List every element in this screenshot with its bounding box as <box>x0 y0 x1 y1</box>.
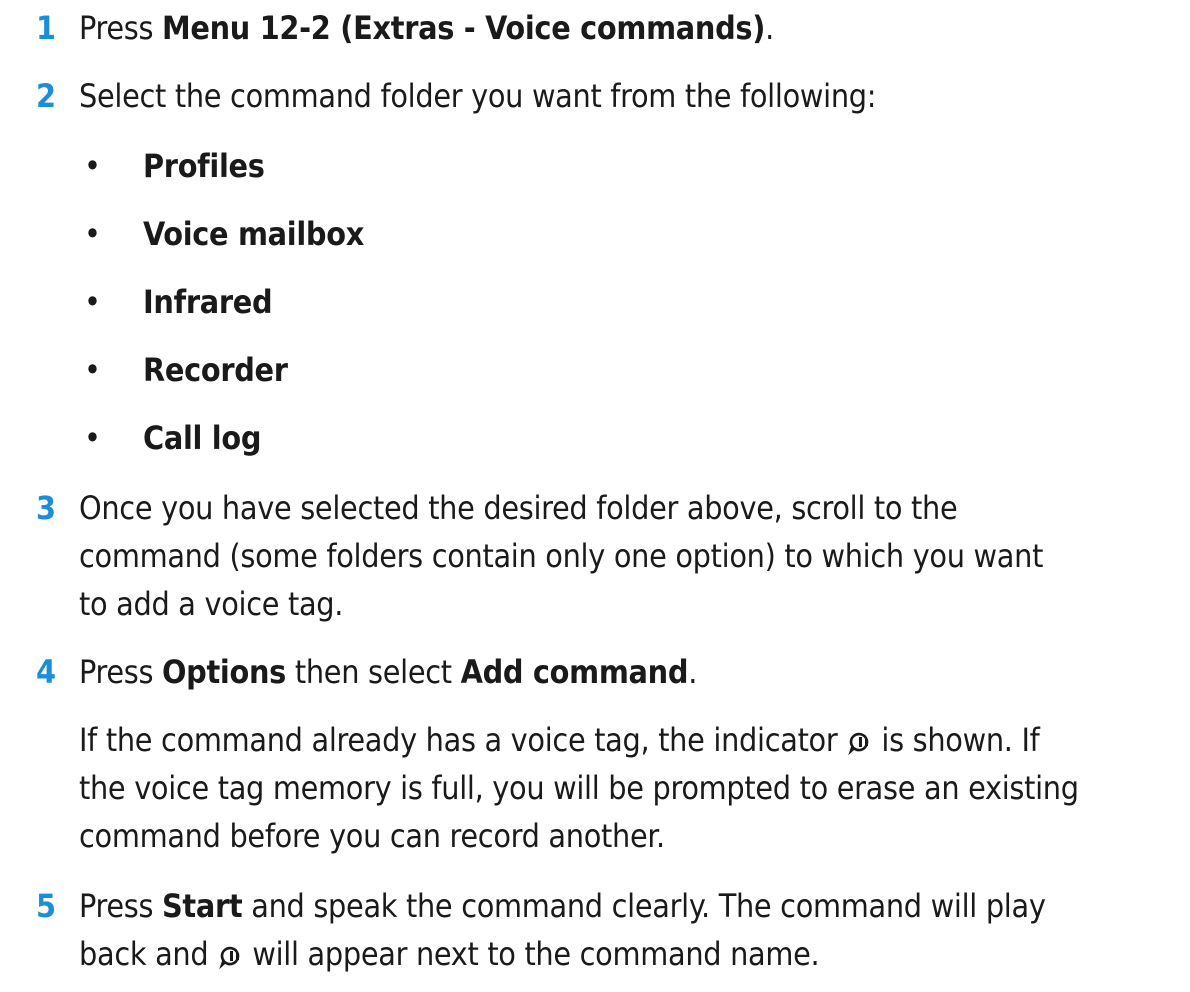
bullet-icon: • <box>84 283 101 321</box>
step-4-note: If the command already has a voice tag, … <box>79 721 1079 855</box>
folder-voice-mailbox: Voice mailbox <box>143 215 364 253</box>
start-label: Start <box>161 887 243 925</box>
bullet-icon: • <box>84 215 101 253</box>
step-text: Once you have selected the desired folde… <box>79 489 1044 623</box>
step-number: 2 <box>36 77 56 115</box>
step-text: Press Options then select Add command. <box>79 653 698 691</box>
bullet-icon: • <box>84 351 101 389</box>
step-text: Press Menu 12-2 (Extras - Voice commands… <box>79 9 774 47</box>
add-command-label: Add command <box>460 653 689 691</box>
bullet-icon: • <box>84 419 101 457</box>
folder-infrared: Infrared <box>143 283 273 321</box>
step-number: 5 <box>36 887 56 925</box>
bullet-icon: • <box>84 147 101 185</box>
step-number: 1 <box>36 9 56 47</box>
step-number: 3 <box>36 489 56 527</box>
voice-tag-icon <box>219 946 240 969</box>
menu-path: Menu 12-2 (Extras - Voice commands) <box>161 9 766 47</box>
folder-recorder: Recorder <box>143 351 288 389</box>
folder-call-log: Call log <box>143 419 262 457</box>
options-label: Options <box>161 653 287 691</box>
step-number: 4 <box>36 653 56 691</box>
voice-tag-icon <box>848 732 869 755</box>
step-text: Press Start and speak the command clearl… <box>79 887 1046 973</box>
manual-page: 1 Press Menu 12-2 (Extras - Voice comman… <box>0 0 1190 992</box>
step-text: Select the command folder you want from … <box>79 77 877 115</box>
folder-profiles: Profiles <box>143 147 265 185</box>
